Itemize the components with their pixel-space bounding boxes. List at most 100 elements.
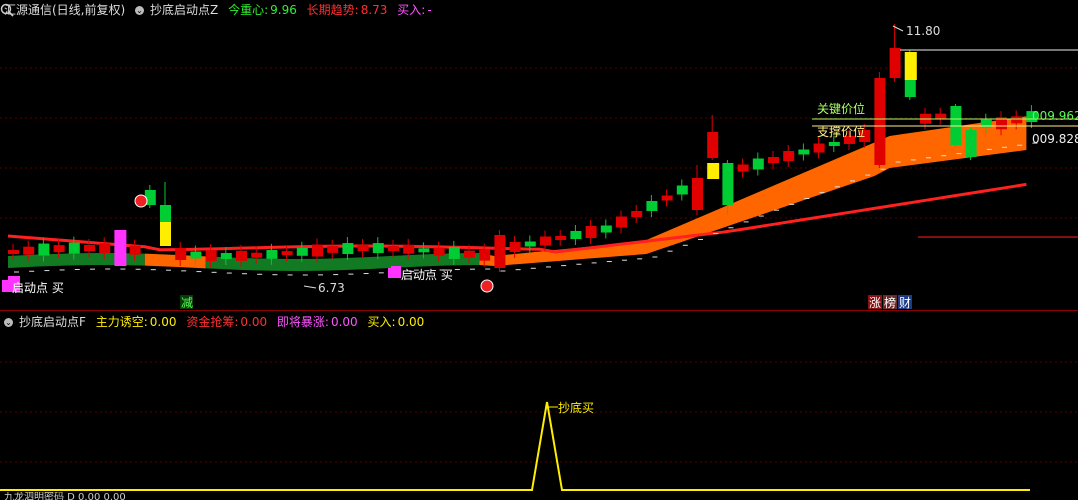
candle-body[interactable]: [524, 241, 536, 247]
bang-label: 榜: [884, 295, 896, 310]
bottom-buy-label: 抄底买: [558, 400, 594, 415]
candle-body[interactable]: [798, 149, 810, 155]
candle-body[interactable]: [342, 243, 354, 255]
main-chart-header: 汇源通信(日线,前复权) ⌄ 抄底启动点Z 今重心: 9.96 长期趋势: 8.73 …: [0, 0, 438, 20]
candle-body[interactable]: [266, 249, 278, 259]
chevron-down-icon[interactable]: ⌄: [135, 6, 145, 15]
candle-body[interactable]: [388, 245, 399, 251]
sub-indicator-canvas[interactable]: 抄底买: [0, 312, 1078, 492]
candle-body[interactable]: [783, 151, 795, 161]
candle-body[interactable]: [494, 235, 506, 268]
low-arrow: [303, 285, 317, 289]
candle-body[interactable]: [281, 251, 293, 256]
candle-body[interactable]: [129, 245, 141, 255]
pivot-value: 9.96: [270, 3, 297, 17]
panel-divider[interactable]: [0, 310, 1078, 311]
main-chart-panel[interactable]: 关键价位 支撑价位 009.962 009.828 11.80 6.73 启动点 买启动点 …: [0, 0, 1078, 310]
surge-label: 即将暴涨:: [276, 315, 329, 329]
key-price-label: 关键价位: [817, 101, 865, 116]
candle-body[interactable]: [722, 163, 734, 205]
candle-body[interactable]: [433, 247, 445, 256]
candle-body[interactable]: [38, 243, 50, 256]
candle-body[interactable]: [418, 248, 430, 253]
sub-indicator-header: ⌄ 抄底启动点F 主力诱空: 0.00 资金抢筹: 0.00 即将暴涨: 0.00 买入…: [0, 312, 430, 332]
surge-value: 0.00: [330, 315, 358, 329]
main-indicator-name[interactable]: 抄底启动点Z: [150, 3, 218, 17]
candle-body[interactable]: [53, 245, 65, 253]
candle-body[interactable]: [509, 242, 521, 252]
grab-label: 资金抢筹:: [186, 315, 239, 329]
candle-body[interactable]: [676, 185, 688, 195]
buy-label: 买入:: [397, 3, 426, 17]
candle-body[interactable]: [889, 48, 901, 78]
candle-body[interactable]: [646, 201, 658, 211]
candle-body[interactable]: [874, 78, 886, 165]
trend-value: 8.73: [360, 3, 388, 17]
candle-body[interactable]: [616, 216, 627, 228]
candle-body[interactable]: [631, 211, 643, 217]
candle-body[interactable]: [752, 158, 764, 170]
candle-body[interactable]: [540, 236, 551, 246]
candle-body[interactable]: [448, 246, 460, 259]
main-chart-canvas[interactable]: 关键价位支撑价位009.962009.82811.806.73启动点 买启动点 …: [0, 0, 1078, 310]
yellow-bar: [904, 52, 917, 80]
candle-body[interactable]: [296, 247, 308, 256]
cai-label: 财: [899, 296, 911, 310]
sub-indicator-name[interactable]: 抄底启动点F: [19, 315, 86, 329]
candle-body[interactable]: [84, 245, 95, 252]
candle-body[interactable]: [1011, 116, 1023, 124]
yellow-bar: [160, 222, 171, 246]
zhang-label: 涨: [869, 295, 881, 310]
candle-body[interactable]: [935, 113, 947, 119]
candle-body[interactable]: [403, 244, 415, 254]
start-buy-marker: [2, 280, 12, 292]
sub-buy-label: 买入:: [367, 315, 396, 329]
reduce-label: 减: [181, 296, 193, 310]
candle-body[interactable]: [251, 252, 263, 258]
candle-body[interactable]: [312, 244, 323, 257]
candle-body[interactable]: [357, 245, 369, 252]
candle-body[interactable]: [479, 249, 491, 261]
zoom-icon[interactable]: [0, 3, 14, 17]
buy-value: -: [427, 3, 432, 17]
chevron-down-icon[interactable]: ⌄: [4, 318, 13, 327]
candle-body[interactable]: [555, 236, 567, 240]
short-value: 0.00: [149, 315, 177, 329]
candle-body[interactable]: [707, 132, 719, 158]
candle-body[interactable]: [236, 250, 247, 261]
support-value: 009.828: [1032, 132, 1078, 146]
candle-body[interactable]: [585, 226, 597, 238]
candle-body[interactable]: [327, 245, 339, 253]
candle-body[interactable]: [768, 157, 779, 163]
next-indicator-header: 九龙泗明密码 D 0.00 0.00: [4, 492, 126, 500]
candle-body[interactable]: [99, 243, 111, 254]
short-label: 主力诱空:: [95, 315, 148, 329]
key-price-value: 009.962: [1032, 109, 1078, 123]
candle-body[interactable]: [692, 178, 703, 210]
candle-body[interactable]: [68, 242, 80, 254]
sub-buy-value: 0.00: [397, 315, 425, 329]
candle-body[interactable]: [737, 164, 749, 172]
ball-icon: [134, 194, 148, 208]
sub-indicator-panel[interactable]: 抄底买 ⌄ 抄底启动点F 主力诱空: 0.00 资金抢筹: 0.00 即将暴涨: 0.0…: [0, 312, 1078, 492]
candle-body[interactable]: [661, 195, 673, 201]
candle-body[interactable]: [8, 250, 19, 254]
pivot-label: 今重心:: [228, 3, 269, 17]
candle-body[interactable]: [175, 248, 187, 261]
candle-body[interactable]: [372, 243, 384, 254]
candle-body[interactable]: [190, 251, 202, 259]
high-price-label: 11.80: [906, 24, 940, 38]
candle-body[interactable]: [828, 142, 840, 146]
candle-body[interactable]: [965, 130, 977, 157]
candle-body[interactable]: [464, 250, 475, 258]
candle-body[interactable]: [570, 231, 582, 239]
start-buy-label: 启动点 买: [12, 281, 64, 295]
candle-body[interactable]: [23, 246, 35, 255]
candle-body[interactable]: [160, 205, 171, 222]
magenta-bar: [114, 230, 127, 266]
candle-body[interactable]: [600, 225, 612, 233]
band-orange: [479, 116, 1027, 266]
candle-body[interactable]: [205, 250, 217, 262]
candle-body[interactable]: [220, 252, 232, 259]
candle-body[interactable]: [813, 143, 825, 153]
